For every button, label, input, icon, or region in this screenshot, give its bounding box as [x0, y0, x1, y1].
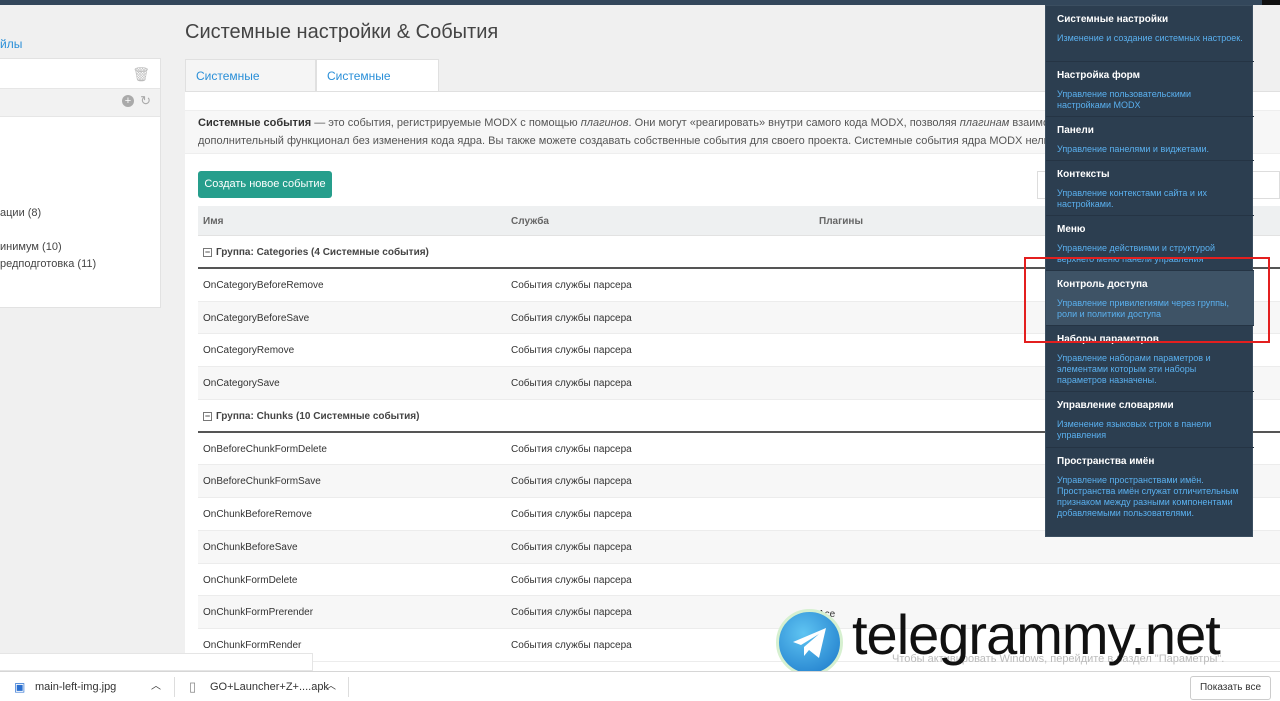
tab-system-settings[interactable]: Системные настройки — [185, 59, 316, 116]
collapse-icon[interactable]: − — [203, 411, 212, 421]
menu-item-desc: Управление наборами параметров и элемент… — [1057, 353, 1211, 385]
resource-tree: 🗑 + ↻ ации (8) инимум (10) редподготовка… — [0, 58, 161, 308]
create-event-button[interactable]: Создать новое событие — [198, 171, 332, 198]
event-name: OnChunkBeforeRemove — [203, 509, 312, 521]
menu-item-contexts[interactable]: Контексты Управление контекстами сайта и… — [1046, 161, 1254, 216]
event-service: События службы парсера — [511, 312, 632, 324]
divider — [348, 677, 349, 697]
menu-item-dashboards[interactable]: Панели Управление панелями и виджетами. — [1046, 117, 1254, 161]
column-plugins[interactable]: Плагины — [819, 216, 863, 227]
watermark-text: telegrammy.net — [852, 603, 1221, 666]
tree-search[interactable]: 🗑 — [0, 59, 160, 89]
menu-item-title: Меню — [1057, 224, 1086, 235]
page-title: Системные настройки & События — [185, 21, 499, 43]
description-text: . Они могут «реагировать» внутри самого … — [628, 117, 960, 129]
file-icon: ▯ — [189, 679, 197, 694]
column-name[interactable]: Имя — [203, 216, 223, 227]
event-name: OnChunkFormRender — [203, 639, 302, 651]
event-service: События службы парсера — [511, 345, 632, 357]
tree-item[interactable]: редподготовка (11) — [0, 258, 96, 270]
menu-item-title: Настройка форм — [1057, 70, 1141, 81]
group-label: Группа: Chunks (10 Системные события) — [216, 410, 420, 422]
download-item[interactable]: GO+Launcher+Z+....apk — [210, 672, 329, 701]
tab-system-events[interactable]: Системные события — [316, 59, 439, 116]
event-service: События службы парсера — [511, 378, 632, 390]
event-name: OnCategoryRemove — [203, 345, 295, 357]
menu-item-title: Управление словарями — [1057, 400, 1174, 411]
menu-item-title: Контексты — [1057, 169, 1110, 180]
description-italic: плагинов — [580, 117, 629, 129]
event-name: OnChunkBeforeSave — [203, 541, 298, 553]
menu-item-desc: Изменение и создание системных настроек. — [1057, 33, 1243, 43]
chevron-up-icon[interactable]: ︿ — [151, 672, 161, 701]
event-name: OnChunkFormDelete — [203, 574, 298, 586]
event-service: События службы парсера — [511, 280, 632, 291]
description-italic: плагинам — [959, 117, 1010, 129]
group-label: Группа: Categories (4 Системные события) — [216, 247, 429, 258]
files-link[interactable]: йлы — [0, 37, 22, 51]
collapse-icon[interactable]: − — [203, 248, 212, 257]
menu-item-desc: Управление пространствами имён. Простран… — [1057, 475, 1239, 518]
notification-strip — [0, 653, 313, 671]
menu-item-desc: Управление панелями и виджетами. — [1057, 144, 1209, 154]
menu-item-desc: Управление пользовательскими настройками… — [1057, 89, 1192, 110]
menu-item-lexicons[interactable]: Управление словарями Изменение языковых … — [1046, 392, 1254, 448]
download-item[interactable]: main-left-img.jpg — [35, 672, 116, 701]
description-text: — это события, регистрируемые MODX с пом… — [311, 117, 581, 129]
telegram-logo-icon — [776, 609, 843, 676]
refresh-icon[interactable]: ↻ — [140, 93, 151, 109]
menu-item-title: Системные настройки — [1057, 14, 1169, 25]
show-all-button[interactable]: Показать все — [1190, 676, 1271, 700]
description-bold: Системные события — [198, 117, 312, 129]
menu-item-namespaces[interactable]: Пространства имён Управление пространств… — [1046, 448, 1254, 537]
event-service: События службы парсера — [511, 476, 632, 488]
event-service: События службы парсера — [511, 509, 632, 521]
tree-item[interactable]: инимум (10) — [0, 241, 62, 253]
event-name: OnCategoryBeforeRemove — [203, 280, 324, 291]
event-service: События службы парсера — [511, 541, 632, 553]
highlight-box — [1024, 257, 1270, 343]
top-bar-end — [1262, 0, 1280, 5]
event-name: OnBeforeChunkFormDelete — [203, 443, 327, 455]
menu-item-form-customization[interactable]: Настройка форм Управление пользовательск… — [1046, 62, 1254, 117]
menu-item-title: Панели — [1057, 125, 1094, 136]
event-name: OnCategoryBeforeSave — [203, 312, 310, 324]
downloads-bar: ▣ main-left-img.jpg ︿ ▯ GO+Launcher+Z+..… — [0, 671, 1280, 701]
tree-item[interactable]: ации (8) — [0, 207, 41, 219]
add-icon[interactable]: + — [122, 95, 134, 107]
event-service: События службы парсера — [511, 443, 632, 455]
description-text: дополнительный функционал без изменения … — [198, 135, 1132, 147]
menu-item-title: Пространства имён — [1057, 456, 1155, 467]
menu-item-desc: Изменение языковых строк в панели управл… — [1057, 419, 1212, 440]
event-service: События службы парсера — [511, 574, 632, 586]
event-name: OnChunkFormPrerender — [203, 607, 314, 619]
menu-item-system-settings[interactable]: Системные настройки Изменение и создание… — [1046, 6, 1254, 62]
event-service: События службы парсера — [511, 639, 632, 651]
table-row[interactable]: OnChunkFormDelete События службы парсера — [198, 564, 1280, 597]
column-service[interactable]: Служба — [511, 216, 549, 227]
chevron-up-icon[interactable]: ︿ — [326, 672, 336, 701]
trash-icon[interactable]: 🗑 — [132, 66, 150, 83]
event-service: События службы парсера — [511, 607, 632, 619]
menu-item-desc: Управление контекстами сайта и их настро… — [1057, 188, 1207, 209]
divider — [174, 677, 175, 697]
image-file-icon: ▣ — [14, 680, 26, 694]
event-name: OnBeforeChunkFormSave — [203, 476, 321, 488]
event-name: OnCategorySave — [203, 378, 280, 390]
tree-toolbar: + ↻ — [0, 89, 160, 117]
